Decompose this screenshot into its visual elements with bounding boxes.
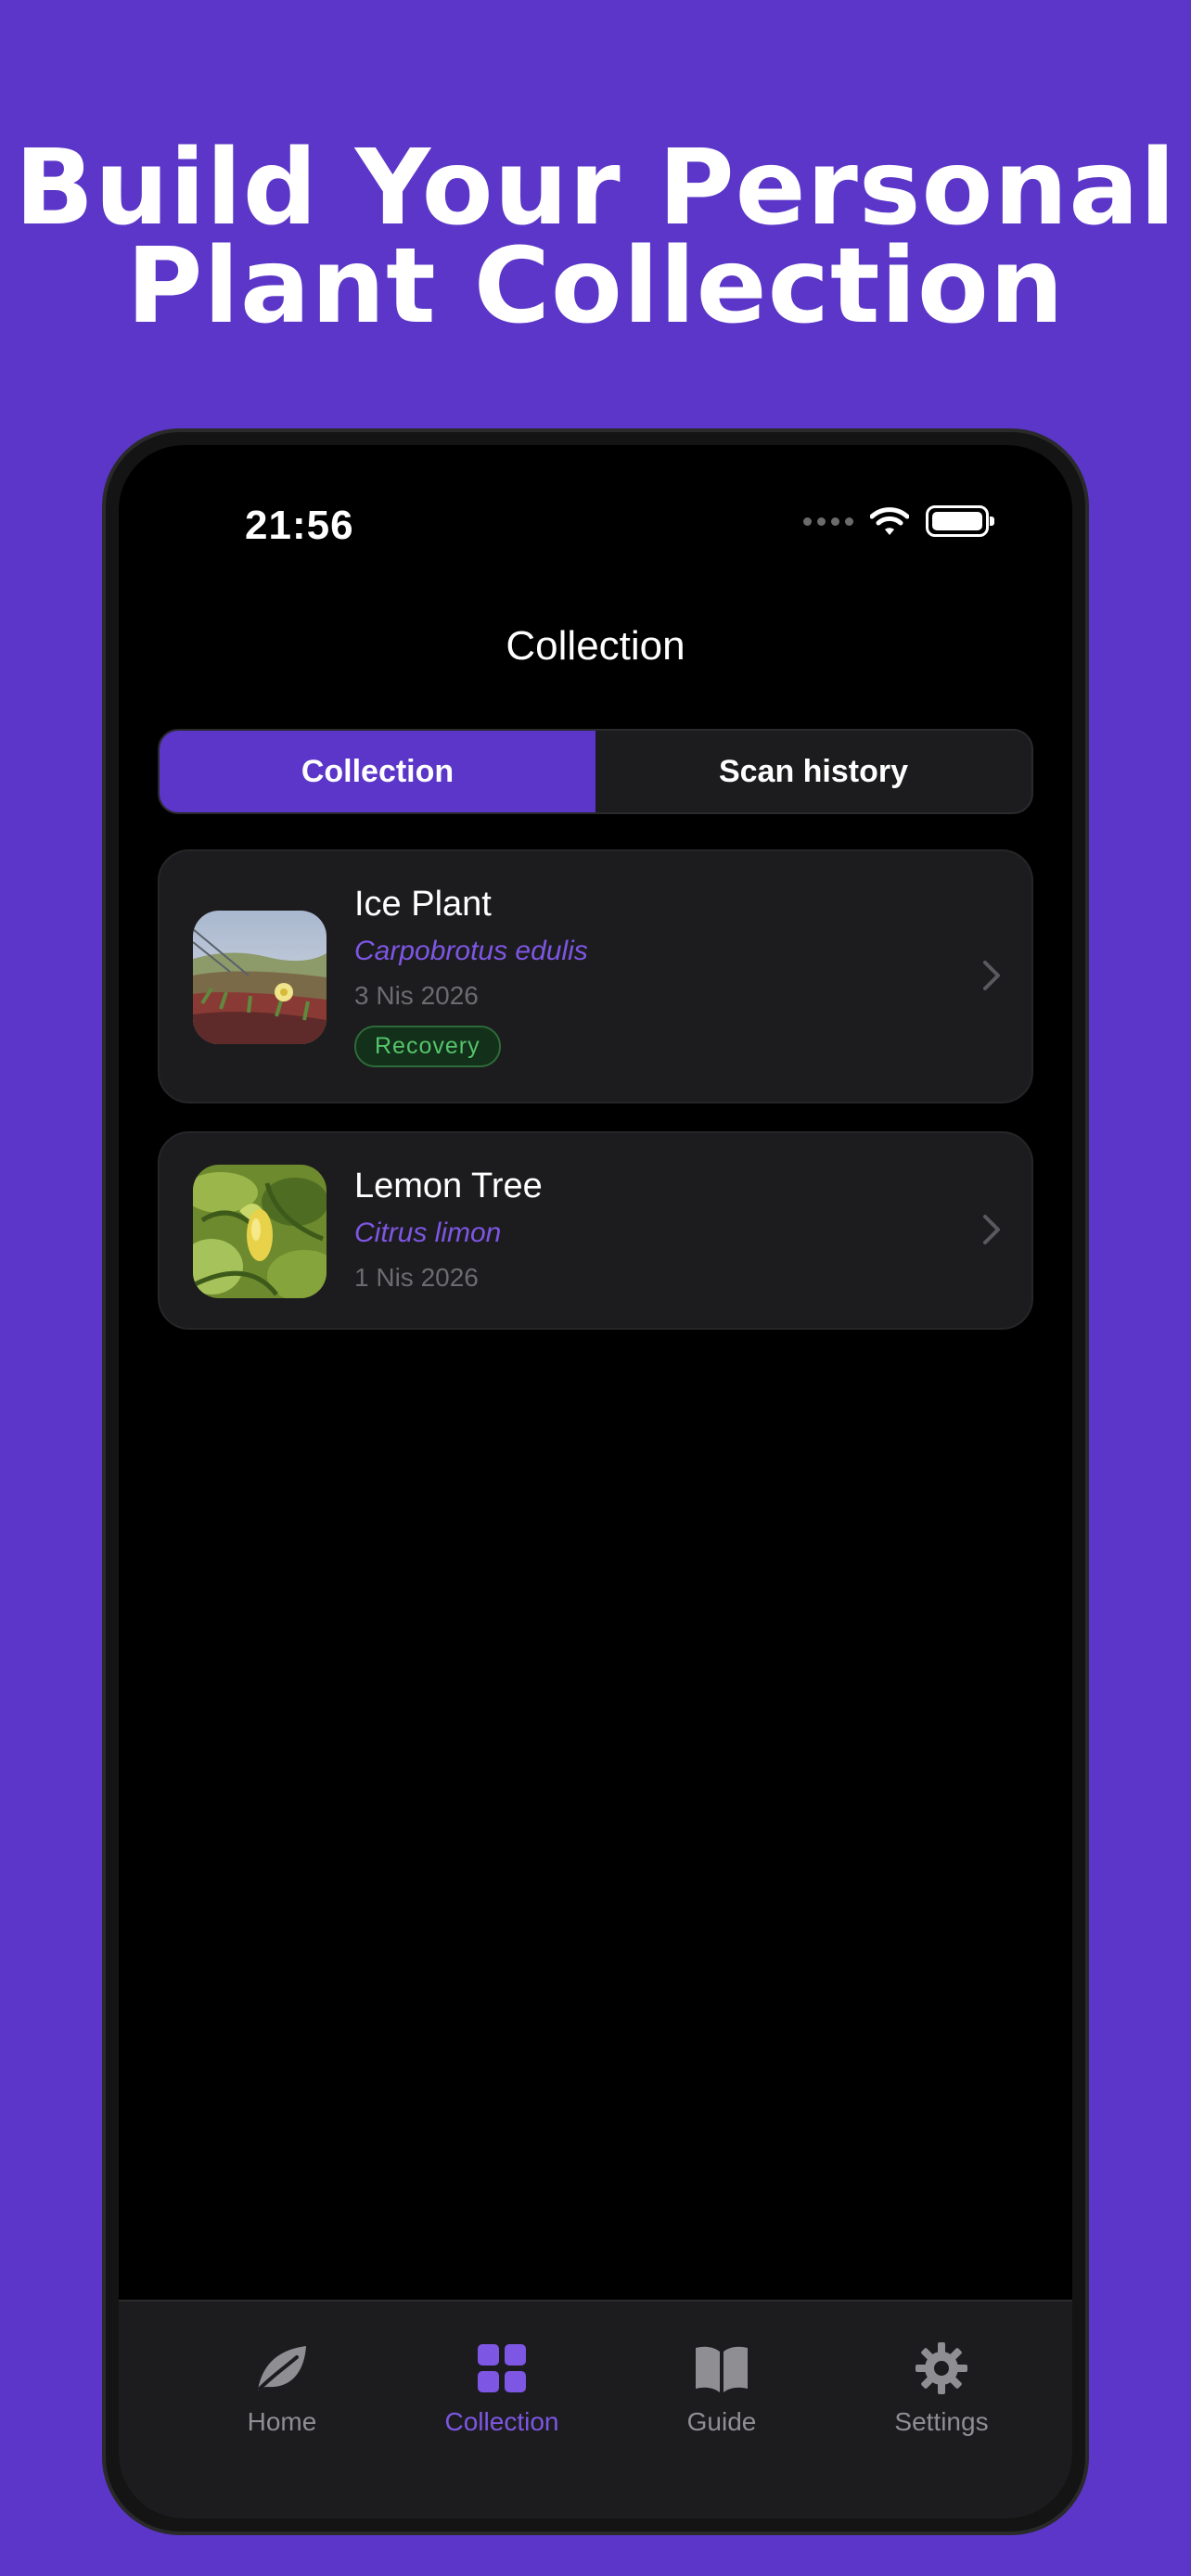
plant-date: 1 Nis 2026 [354, 1263, 479, 1292]
book-icon [696, 2346, 748, 2392]
promo-headline: Build Your Personal Plant Collection [0, 128, 1191, 347]
segment-collection[interactable]: Collection [160, 731, 596, 812]
plant-info: Lemon Tree Citrus limon 1 Nis 2026 [354, 1165, 543, 1294]
grid-icon [478, 2344, 526, 2392]
battery-icon [926, 505, 994, 537]
tab-collection[interactable]: Collection [409, 2339, 595, 2437]
tab-label: Collection [444, 2407, 559, 2436]
phone-frame: 21:56 Collection Collection Scan history [102, 428, 1089, 2535]
page-title: Collection [506, 623, 685, 669]
app-screen: 21:56 Collection Collection Scan history [119, 445, 1072, 2519]
plant-date: 3 Nis 2026 [354, 981, 479, 1010]
plant-scientific-name: Carpobrotus edulis [354, 936, 588, 966]
headline-line-1: Build Your Personal [14, 128, 1177, 249]
plant-scientific-name: Citrus limon [354, 1218, 502, 1248]
tab-guide[interactable]: Guide [629, 2339, 814, 2437]
tab-home[interactable]: Home [189, 2339, 375, 2437]
plant-photo-ice-plant [193, 911, 327, 1044]
tab-bar: Home Collection Guide Settings [119, 2300, 1072, 2519]
status-time: 21:56 [245, 503, 354, 548]
status-badge: Recovery [354, 1026, 501, 1067]
plant-card-ice-plant[interactable]: Ice Plant Carpobrotus edulis 3 Nis 2026 … [158, 849, 1033, 1103]
wifi-icon [870, 507, 909, 535]
tab-label: Guide [686, 2407, 757, 2436]
leaf-icon [258, 2346, 306, 2391]
tab-label: Settings [894, 2407, 989, 2436]
plant-card-lemon-tree[interactable]: Lemon Tree Citrus limon 1 Nis 2026 [158, 1131, 1033, 1330]
headline-line-2: Plant Collection [126, 226, 1065, 347]
status-icons [803, 501, 994, 542]
tab-settings[interactable]: Settings [849, 2339, 1034, 2437]
gear-icon [916, 2342, 967, 2394]
tab-label: Home [247, 2407, 317, 2436]
plant-name: Ice Plant [354, 885, 492, 924]
plant-photo-lemon-tree [193, 1165, 327, 1298]
chevron-right-icon [983, 1215, 1000, 1244]
chevron-right-icon [983, 961, 1000, 990]
plant-info: Ice Plant Carpobrotus edulis 3 Nis 2026 … [354, 883, 588, 1067]
segmented-control: Collection Scan history [158, 729, 1033, 814]
signal-dots-icon [803, 516, 853, 526]
plant-name: Lemon Tree [354, 1167, 543, 1205]
segment-scan-history[interactable]: Scan history [596, 731, 1031, 812]
